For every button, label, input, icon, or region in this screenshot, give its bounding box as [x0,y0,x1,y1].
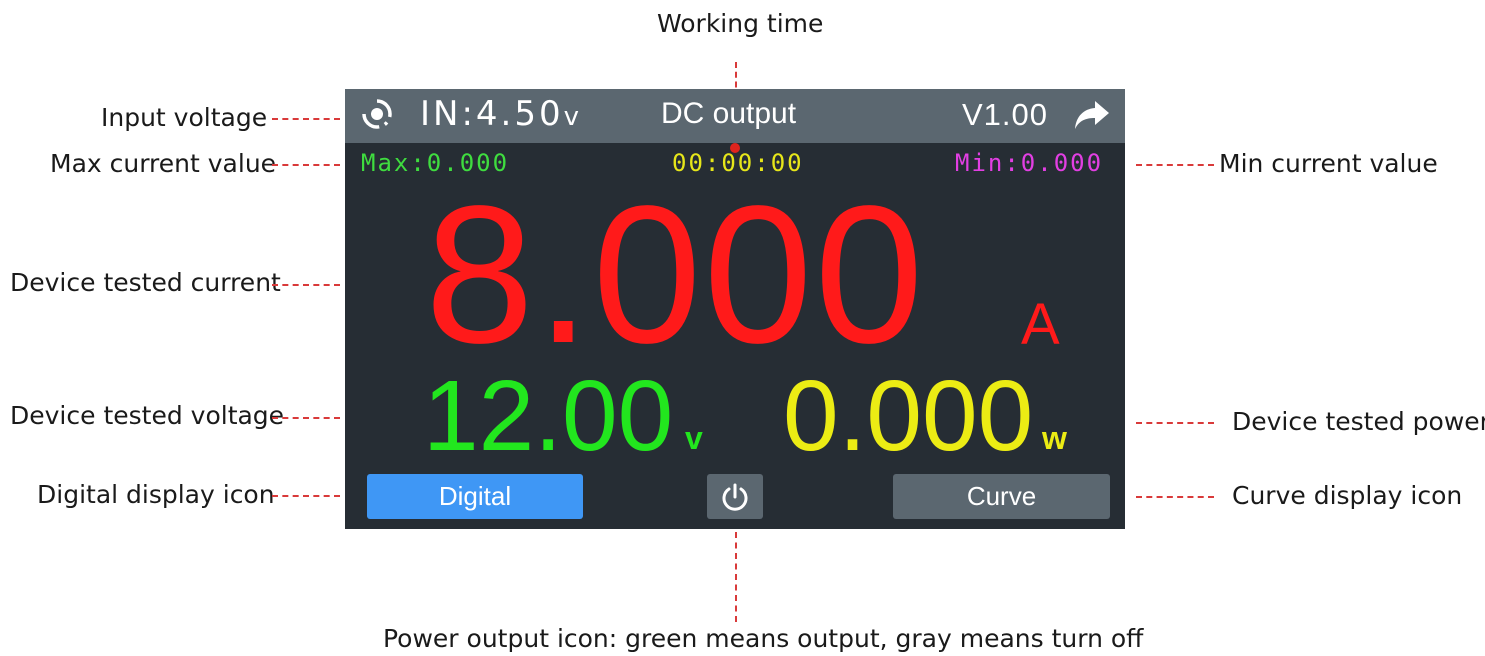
annotation-max-current: Max current value [50,149,277,178]
annotation-min-current: Min current value [1219,149,1438,178]
leader-max-current [272,164,340,166]
voltage-reading: 12.00 [423,360,674,472]
current-unit: A [1021,292,1060,357]
input-voltage-readout: IN:4.50v [420,94,579,134]
share-icon[interactable] [1073,98,1111,132]
leader-min-current [1136,164,1214,166]
digital-display-button[interactable]: Digital [367,474,583,519]
input-voltage-value: IN:4.50 [420,94,564,134]
annotation-curve-icon: Curve display icon [1232,481,1463,510]
annotation-device-power: Device tested power [1232,407,1485,436]
current-reading: 8.000 [425,165,926,384]
device-screen: IN:4.50v DC output V1.00 Max:0.000 00:00… [345,89,1125,529]
voltage-unit: v [685,420,703,456]
power-icon [722,483,748,511]
leader-input-voltage [272,118,340,120]
annotation-input-voltage: Input voltage [101,103,268,132]
leader-power-icon [735,532,737,622]
leader-device-power [1136,422,1214,424]
top-bar: IN:4.50v DC output V1.00 [345,89,1125,143]
leader-device-current [272,284,340,286]
annotation-power-icon: Power output icon: green means output, g… [383,624,1144,653]
leader-device-voltage [272,417,340,419]
firmware-version: V1.00 [962,97,1049,132]
power-unit: w [1042,420,1067,456]
min-current-value: Min:0.000 [955,149,1104,177]
annotation-device-current: Device tested current [10,268,281,297]
annotation-device-voltage: Device tested voltage [10,401,285,430]
leader-digital-icon [272,495,340,497]
annotation-working-time: Working time [657,9,824,38]
working-time-marker [730,143,740,153]
refresh-icon[interactable] [361,98,393,130]
leader-curve-icon [1136,496,1214,498]
power-reading: 0.000 [783,360,1034,472]
curve-display-button[interactable]: Curve [893,474,1110,519]
annotation-digital-icon: Digital display icon [37,480,275,509]
input-voltage-unit: v [563,102,580,132]
mode-title: DC output [661,97,797,130]
power-output-button[interactable] [707,474,763,519]
